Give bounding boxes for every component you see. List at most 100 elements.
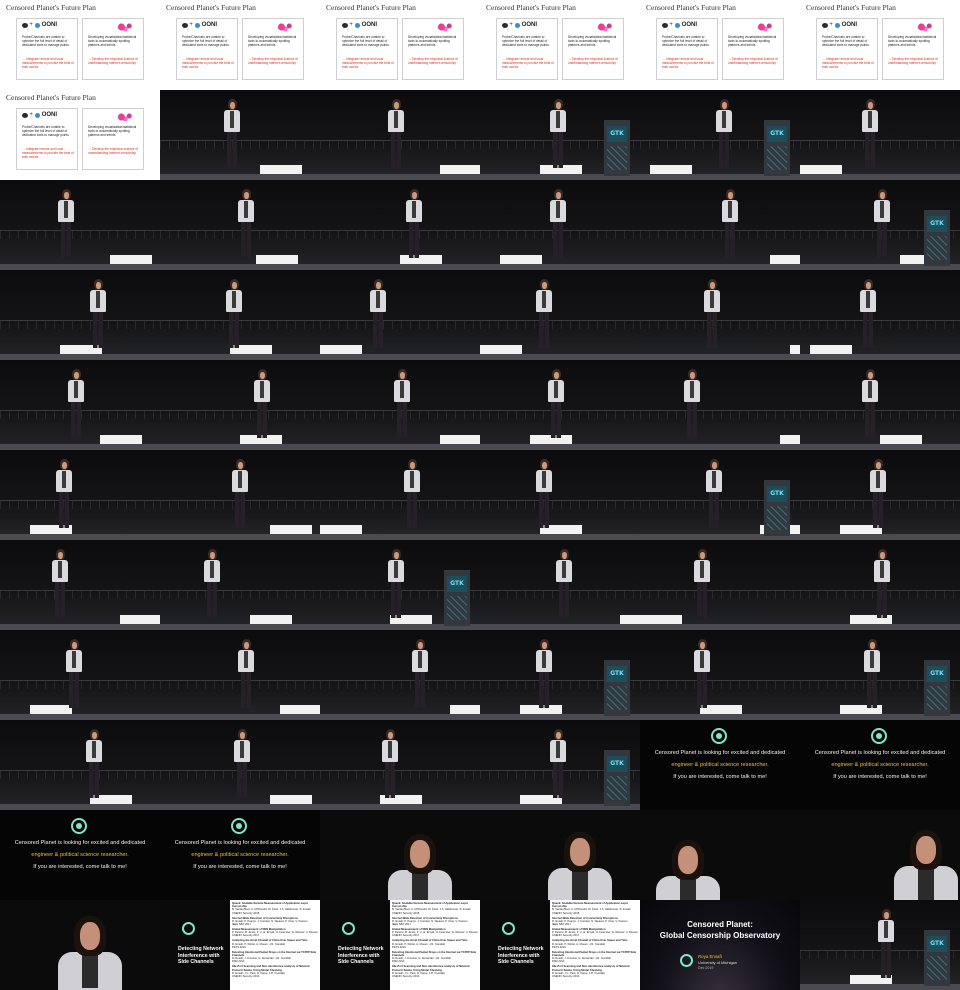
speaker-top (880, 201, 884, 218)
visualization-splash-icon (591, 22, 617, 32)
speaker-top (542, 471, 546, 488)
ooni-logo-text: OONI (41, 22, 58, 28)
speaker-affiliation: University of Michigan (698, 960, 738, 965)
speaker-figure (870, 189, 894, 261)
speaker-figure (230, 729, 254, 801)
left-panel-text: Probe/Channels are unable to optimize th… (22, 35, 69, 47)
speaker-face (880, 552, 885, 559)
frame-stage (320, 450, 480, 540)
censored-planet-logo-icon (342, 922, 355, 935)
frame-stage (800, 450, 960, 540)
partner-logos: + OONI (342, 22, 377, 28)
slide-title: Censored Planet's Future Plan (166, 3, 256, 12)
frame-stage (320, 720, 480, 810)
frame-stage (160, 90, 320, 180)
frame-stage (480, 360, 640, 450)
podium-screen: GTK (927, 666, 947, 682)
speaker-top (58, 561, 62, 578)
speaker-figure (532, 279, 556, 351)
speaker-legs (725, 222, 735, 258)
speaker-figure (532, 639, 556, 711)
speaker-top (412, 872, 428, 900)
frame-stage (0, 360, 160, 450)
stage-rail (0, 230, 160, 240)
censored-planet-logo-icon (22, 22, 28, 28)
reference-venue: PAM 2014 (392, 960, 405, 964)
frame-final-title-slide: Censored Planet: Global Censorship Obser… (640, 900, 800, 990)
speaker-legs (865, 132, 875, 168)
reference-item: Detecting Intentional Packet Drops on th… (552, 951, 638, 964)
final-title-line-2: Global Censorship Observatory (659, 931, 781, 940)
frame-stage (160, 450, 320, 540)
left-panel-action: → Integrate remote and local measurement… (342, 57, 394, 69)
ooni-logo-text: OONI (41, 112, 58, 118)
speaker-top (96, 291, 100, 308)
plus-sign: + (829, 22, 833, 28)
speaker-top (64, 201, 68, 218)
left-panel-text: Probe/Channels are unable to optimize th… (822, 35, 869, 47)
speaker-face (418, 642, 423, 649)
plus-sign: + (349, 22, 353, 28)
frame-recruit-slide: Censored Planet is looking for excited a… (640, 720, 800, 810)
speaker-top (918, 868, 934, 900)
left-panel-text: Probe/Channels are unable to optimize th… (502, 35, 549, 47)
detect-title: Detecting Network Interference with Side… (498, 946, 544, 965)
speaker-figure (860, 639, 884, 711)
speaker-face (868, 372, 873, 379)
speaker-legs (69, 672, 79, 708)
reference-title: Idle Port Scanning and Non-interference … (232, 965, 310, 972)
right-panel-action: → Develop the empirical science of under… (248, 57, 298, 65)
plus-sign: + (509, 22, 513, 28)
censored-planet-logo-icon (871, 728, 887, 744)
speaker-top (690, 381, 694, 398)
frame-plan-slide: Censored Planet's Future Plan + OONI Pro… (640, 0, 800, 90)
slide-left-panel: + OONI Probe/Channels are unable to opti… (496, 18, 558, 80)
speaker-figure (400, 459, 424, 531)
reference-item: Global Measurement of DNS Manipulation P.… (392, 928, 478, 938)
podium-screen: GTK (447, 576, 467, 592)
visualization-splash-icon (111, 112, 137, 122)
speaker-top (92, 741, 96, 758)
visualization-splash-icon (271, 22, 297, 32)
speaker-top (542, 291, 546, 308)
censored-planet-logo-icon (711, 728, 727, 744)
speaker-legs (229, 312, 239, 348)
ooni-logo-icon (835, 22, 841, 28)
censored-planet-logo-icon (231, 818, 247, 834)
speaker-figure (384, 549, 408, 621)
speaker-top (870, 651, 874, 668)
speaker-figure (250, 369, 274, 441)
speaker-face (870, 642, 875, 649)
speaker-legs (559, 582, 569, 618)
slide-left-panel: + OONI Probe/Channels are unable to opti… (176, 18, 238, 80)
speaker-figure (82, 729, 106, 801)
frame-stage (160, 630, 320, 720)
frame-plan-slide: Censored Planet's Future Plan + OONI Pro… (160, 0, 320, 90)
speaker-legs (257, 402, 267, 438)
speaker-legs (867, 672, 877, 708)
podium: GTK (764, 480, 790, 536)
left-panel-text: Probe/Channels are unable to optimize th… (662, 35, 709, 47)
partner-logos: + OONI (822, 22, 857, 28)
speaker-figure (390, 369, 414, 441)
recruit-line-2: engineer & political science researcher. (831, 762, 929, 768)
frame-stage (0, 450, 160, 540)
censored-planet-logo-icon (822, 22, 828, 28)
stage-rail (160, 410, 320, 420)
speaker-face (58, 552, 63, 559)
slide-right-panel: Developing visualization/statistical too… (82, 108, 144, 170)
speaker-face (260, 372, 265, 379)
podium: GTK (924, 660, 950, 716)
frame-stage: GTK (800, 180, 960, 270)
frame-stage (320, 180, 480, 270)
censored-planet-logo-icon (342, 22, 348, 28)
recruit-line-3: If you are interested, come talk to me! (33, 864, 127, 870)
speaker-face (74, 372, 79, 379)
speaker-legs (241, 222, 251, 258)
reference-item: Detecting Intentional Packet Drops on th… (392, 951, 478, 964)
final-title-line-1: Censored Planet: (687, 920, 753, 929)
slide-right-panel: Developing visualization/statistical too… (242, 18, 304, 80)
speaker-face (244, 642, 249, 649)
frame-speaker-closeup (0, 900, 160, 990)
speaker-face (72, 642, 77, 649)
